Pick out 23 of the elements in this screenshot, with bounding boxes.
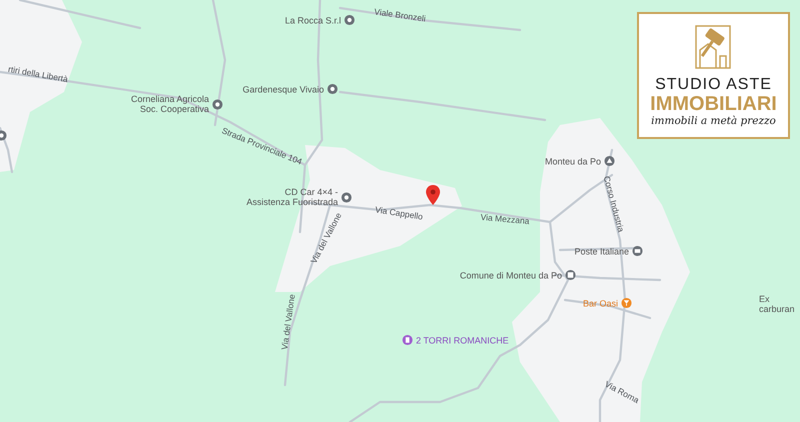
street-label: Via Mezzana	[480, 212, 530, 226]
place-label: 2 TORRI ROMANICHE	[416, 335, 509, 345]
place-label: Ex carburan	[759, 294, 795, 314]
place-label: Monteu da Po	[544, 156, 601, 166]
place-label: La Rocca S.r.l	[284, 15, 341, 25]
place-label: Corneliana Agricola Soc. Cooperativa	[130, 94, 209, 114]
cocktail-icon[interactable]	[621, 298, 632, 308]
location-pin-icon[interactable]	[426, 185, 440, 205]
place-label: Comune di Monteu da Po	[460, 270, 562, 280]
place-label: Bar Oasi	[582, 298, 618, 308]
logo-subtitle: IMMOBILIARI	[650, 94, 777, 115]
street-label: Via Cappello	[374, 204, 424, 222]
logo-tagline: immobili a metà prezzo	[651, 115, 776, 128]
street-label: Corso Industria	[602, 174, 626, 234]
street-label: rtiri della Libertà	[7, 64, 69, 84]
place-label: CD Car 4×4 - Assistenza Fuoristrada	[246, 187, 338, 207]
place-label: Gardenesque Vivaio	[242, 84, 324, 94]
mail-icon[interactable]	[632, 246, 643, 256]
logo-title: STUDIO ASTE	[655, 76, 772, 94]
street-label: Viale Bronzeli	[374, 6, 426, 24]
place-label: Poste Italiane	[574, 246, 629, 256]
street-label: Via del Vallone	[279, 294, 297, 350]
building-icon[interactable]	[565, 270, 576, 280]
